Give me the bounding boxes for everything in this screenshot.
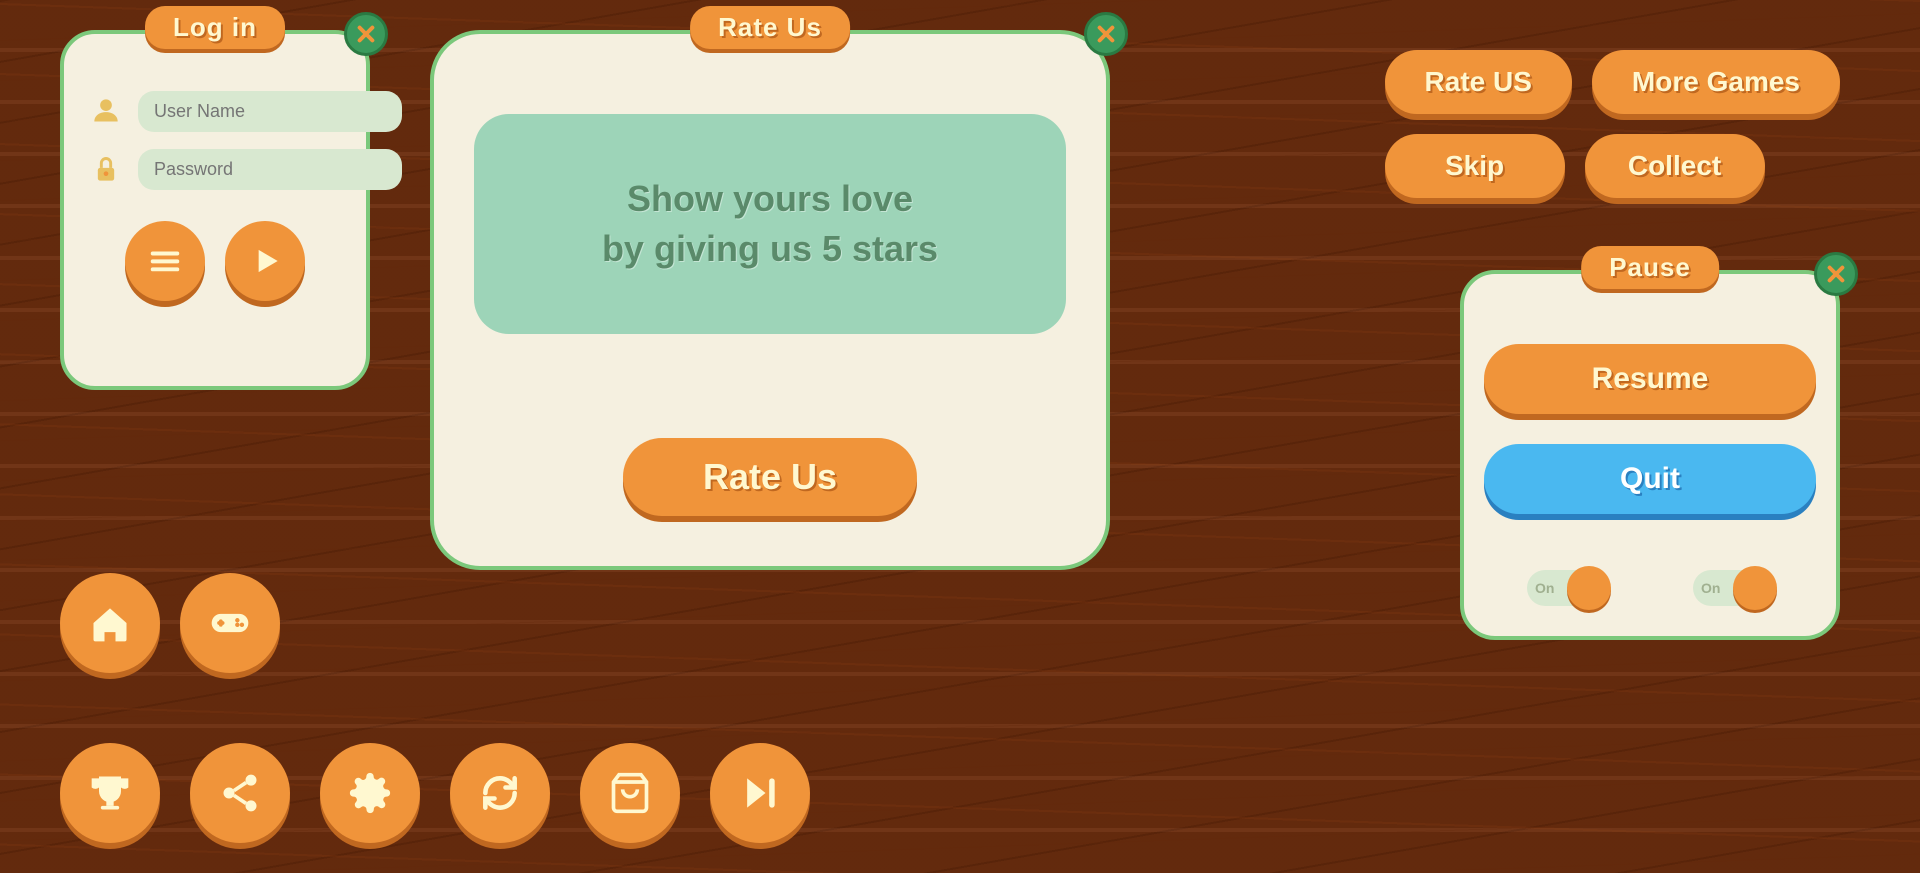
main-container: Log in <box>0 0 1920 873</box>
left-icon-row <box>60 573 280 673</box>
pause-panel: Pause Resume Quit On On <box>1460 270 1840 640</box>
bottom-icon-row <box>60 743 810 843</box>
login-title-bar: Log in <box>145 6 285 49</box>
toggles-row: On On <box>1484 570 1816 606</box>
user-icon <box>84 89 128 133</box>
login-close-button[interactable] <box>344 12 388 56</box>
login-panel: Log in <box>60 30 370 390</box>
more-games-label: More Games <box>1632 66 1800 97</box>
share-button[interactable] <box>190 743 290 843</box>
play-button[interactable] <box>225 221 305 301</box>
rate-us-pill-label: Rate US <box>1425 66 1532 97</box>
password-field-row <box>84 147 346 191</box>
toggle-1-label: On <box>1535 580 1554 596</box>
rate-us-button-label: Rate Us <box>703 456 837 497</box>
resume-button[interactable]: Resume <box>1484 344 1816 414</box>
skip-button[interactable]: Skip <box>1385 134 1565 198</box>
login-title: Log in <box>173 12 257 42</box>
toggle-2[interactable]: On <box>1693 570 1773 606</box>
right-bottom-row: Skip Collect <box>1385 134 1840 198</box>
collect-label: Collect <box>1628 150 1721 181</box>
rate-message-box: Show yours loveby giving us 5 stars <box>474 114 1066 334</box>
right-buttons-panel: Rate US More Games Skip Collect <box>1385 50 1840 198</box>
pause-title: Pause <box>1609 252 1691 282</box>
toggle-2-track[interactable]: On <box>1693 570 1773 606</box>
rate-us-pill-button[interactable]: Rate US <box>1385 50 1572 114</box>
pause-title-bar: Pause <box>1581 246 1719 289</box>
next-button[interactable] <box>710 743 810 843</box>
rate-us-action-button[interactable]: Rate Us <box>623 438 917 516</box>
toggle-2-label: On <box>1701 580 1720 596</box>
rate-us-panel: Rate Us Show yours loveby giving us 5 st… <box>430 30 1110 570</box>
toggle-1[interactable]: On <box>1527 570 1607 606</box>
collect-button[interactable]: Collect <box>1585 134 1765 198</box>
quit-button[interactable]: Quit <box>1484 444 1816 514</box>
toggle-2-thumb <box>1733 566 1777 610</box>
toggle-1-thumb <box>1567 566 1611 610</box>
refresh-button[interactable] <box>450 743 550 843</box>
home-button[interactable] <box>60 573 160 673</box>
pause-close-button[interactable] <box>1814 252 1858 296</box>
lock-icon <box>84 147 128 191</box>
settings-button[interactable] <box>320 743 420 843</box>
rate-message-text: Show yours loveby giving us 5 stars <box>602 174 938 275</box>
menu-button[interactable] <box>125 221 205 301</box>
rate-us-title-bar: Rate Us <box>690 6 850 49</box>
quit-label: Quit <box>1620 462 1680 495</box>
rate-us-close-button[interactable] <box>1084 12 1128 56</box>
gamepad-button[interactable] <box>180 573 280 673</box>
rate-us-title: Rate Us <box>718 12 822 42</box>
toggle-1-track[interactable]: On <box>1527 570 1607 606</box>
login-button-row <box>64 221 366 301</box>
trophy-button[interactable] <box>60 743 160 843</box>
resume-label: Resume <box>1592 362 1709 395</box>
password-input[interactable] <box>138 149 402 190</box>
skip-label: Skip <box>1445 150 1504 181</box>
cart-button[interactable] <box>580 743 680 843</box>
right-top-row: Rate US More Games <box>1385 50 1840 114</box>
username-input[interactable] <box>138 91 402 132</box>
more-games-button[interactable]: More Games <box>1592 50 1840 114</box>
username-field-row <box>84 89 346 133</box>
